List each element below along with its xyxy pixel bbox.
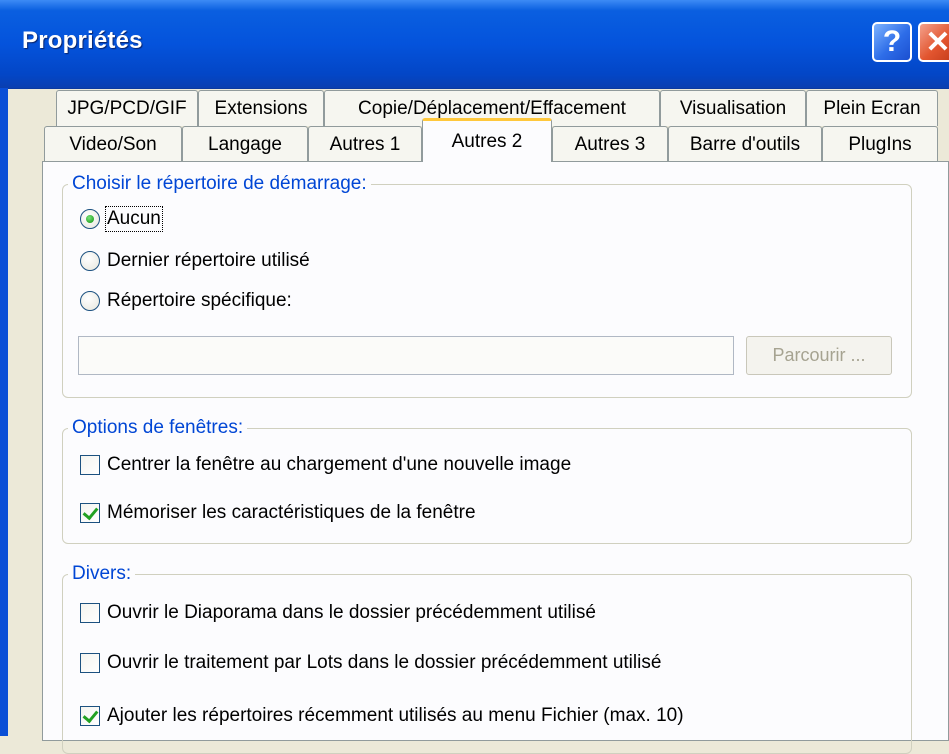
radio-repertoire-specifique[interactable]: Répertoire spécifique: [80, 290, 292, 312]
checkbox-ouvrir-traitement-lots-label: Ouvrir le traitement par Lots dans le do… [107, 652, 662, 673]
title-bar[interactable]: Propriétés ? ✕ [0, 0, 949, 89]
radio-dernier-repertoire-label: Dernier répertoire utilisé [107, 250, 310, 271]
checkbox-checked[interactable] [80, 503, 100, 523]
radio-dernier-repertoire[interactable]: Dernier répertoire utilisé [80, 250, 310, 272]
radio-aucun-label: Aucun [105, 206, 163, 232]
browse-button[interactable]: Parcourir ... [746, 336, 892, 375]
tab-autres-2[interactable]: Autres 2 [422, 118, 552, 162]
checkbox-memoriser-fenetre[interactable]: Mémoriser les caractéristiques de la fen… [80, 502, 476, 524]
checkbox-ouvrir-diaporama[interactable]: Ouvrir le Diaporama dans le dossier préc… [80, 602, 596, 624]
tab-visualisation[interactable]: Visualisation [660, 90, 806, 126]
checkbox-centrer-fenetre-label: Centrer la fenêtre au chargement d'une n… [107, 454, 572, 475]
checkbox[interactable] [80, 653, 100, 673]
window-options-group-title: Options de fenêtres: [68, 417, 248, 439]
tab-jpg-pcd-gif[interactable]: JPG/PCD/GIF [56, 90, 198, 126]
radio-button[interactable] [80, 291, 100, 311]
radio-button-selected[interactable] [80, 209, 100, 229]
radio-button[interactable] [80, 251, 100, 271]
tab-autres-3[interactable]: Autres 3 [552, 126, 668, 162]
checkbox-ajouter-repertoires-recents[interactable]: Ajouter les répertoires récemment utilis… [80, 705, 684, 727]
checkbox[interactable] [80, 455, 100, 475]
window-title: Propriétés [22, 27, 143, 54]
tab-plein-ecran[interactable]: Plein Ecran [806, 90, 938, 126]
tab-plugins[interactable]: PlugIns [822, 126, 938, 162]
checkbox-checked[interactable] [80, 706, 100, 726]
checkbox-ouvrir-traitement-lots[interactable]: Ouvrir le traitement par Lots dans le do… [80, 652, 661, 674]
radio-repertoire-specifique-label: Répertoire spécifique: [107, 290, 292, 311]
startup-directory-group-title: Choisir le répertoire de démarrage: [68, 173, 371, 195]
checkbox-centrer-fenetre[interactable]: Centrer la fenêtre au chargement d'une n… [80, 454, 571, 476]
checkbox-memoriser-fenetre-label: Mémoriser les caractéristiques de la fen… [107, 502, 476, 523]
startup-path-input[interactable] [78, 336, 734, 375]
tab-extensions[interactable]: Extensions [198, 90, 324, 126]
window-frame-left [0, 88, 8, 736]
tab-langage[interactable]: Langage [182, 126, 308, 162]
tab-autres-1[interactable]: Autres 1 [308, 126, 422, 162]
close-button[interactable]: ✕ [918, 22, 949, 62]
help-button[interactable]: ? [872, 22, 912, 62]
window-options-group [62, 428, 912, 544]
misc-group-title: Divers: [68, 563, 136, 585]
close-icon: ✕ [925, 25, 949, 59]
checkbox[interactable] [80, 603, 100, 623]
checkbox-ouvrir-diaporama-label: Ouvrir le Diaporama dans le dossier préc… [107, 602, 596, 623]
checkbox-ajouter-repertoires-recents-label: Ajouter les répertoires récemment utilis… [107, 705, 684, 726]
radio-aucun[interactable]: Aucun [80, 206, 163, 232]
help-icon: ? [882, 25, 902, 58]
tab-barre-d-outils[interactable]: Barre d'outils [668, 126, 822, 162]
tab-video-son[interactable]: Video/Son [44, 126, 182, 162]
